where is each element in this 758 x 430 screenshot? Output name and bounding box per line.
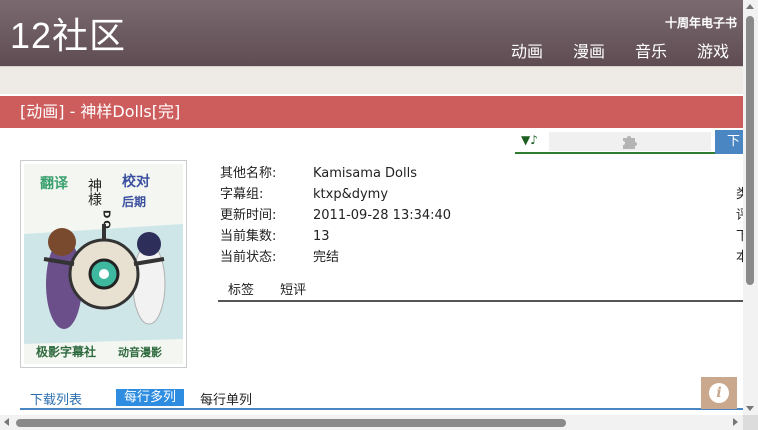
nav-item-games[interactable]: 游戏	[679, 38, 741, 62]
nav-item-music[interactable]: 音乐	[617, 38, 679, 62]
nav-item-anime[interactable]: 动画	[493, 38, 555, 62]
single-column-toggle[interactable]: 每行单列	[200, 389, 252, 408]
music-note-icon[interactable]: ▼♪	[521, 133, 538, 147]
cover-credit-bottom-left: 极影字幕社	[36, 344, 96, 359]
info-icon: i	[709, 383, 729, 403]
site-header: 12社区 十周年电子书 动画 漫画 音乐 游戏	[0, 0, 743, 66]
vertical-scroll-thumb[interactable]	[746, 16, 754, 285]
info-value: 13	[313, 229, 330, 244]
cover-credit-bottom-right: 动音漫影	[118, 345, 162, 359]
anime-info: 其他名称: Kamisama Dolls 字幕组: ktxp&dymy 更新时间…	[220, 163, 451, 268]
info-row-alt-name: 其他名称: Kamisama Dolls	[220, 163, 451, 184]
cover-credit-post: 后期	[122, 194, 146, 209]
download-list-title[interactable]: 下载列表	[30, 389, 82, 408]
info-value: ktxp&dymy	[313, 187, 389, 202]
info-button[interactable]: i	[701, 377, 737, 409]
tab-tags[interactable]: 标签	[228, 281, 254, 301]
main-nav: 动画 漫画 音乐 游戏	[493, 38, 741, 62]
nav-item-manga[interactable]: 漫画	[555, 38, 617, 62]
puzzle-icon	[623, 136, 637, 149]
info-row-subgroup: 字幕组: ktxp&dymy	[220, 184, 451, 205]
plugin-placeholder	[549, 132, 711, 151]
cover-artwork: 翻译 校对 后期 神様 DOLLS 极影字幕社 动音漫影	[24, 164, 183, 364]
scroll-down-icon[interactable]	[746, 406, 754, 411]
cover-credit-proofread: 校对	[122, 173, 150, 190]
info-key: 字幕组:	[220, 187, 264, 202]
scroll-left-icon[interactable]	[4, 418, 9, 426]
info-row-updated: 更新时间: 2011-09-28 13:34:40	[220, 205, 451, 226]
site-logo[interactable]: 12社区	[10, 14, 126, 58]
tab-short-review[interactable]: 短评	[280, 281, 306, 301]
cover-credit-translate: 翻译	[40, 175, 69, 192]
info-value: 2011-09-28 13:34:40	[313, 208, 452, 223]
info-tabs: 标签 短评	[218, 281, 743, 302]
info-row-status: 当前状态: 完结	[220, 247, 451, 268]
vertical-scrollbar[interactable]	[743, 0, 758, 430]
cover-image: 翻译 校对 后期 神様 DOLLS 极影字幕社 动音漫影	[20, 160, 187, 368]
horizontal-scrollbar[interactable]	[0, 415, 743, 430]
music-player[interactable]: ▼♪	[515, 130, 715, 154]
info-key: 当前状态:	[220, 250, 277, 265]
info-value: Kamisama Dolls	[313, 166, 417, 181]
page-title: [动画] - 神样Dolls[完]	[0, 96, 743, 128]
info-key: 其他名称:	[220, 166, 277, 181]
cover-title-kanji: 神様	[86, 178, 102, 206]
info-key: 当前集数:	[220, 229, 277, 244]
sub-bar	[0, 66, 743, 94]
info-value: 完结	[313, 250, 340, 265]
multi-column-toggle[interactable]: 每行多列	[116, 389, 185, 406]
info-row-episodes: 当前集数: 13	[220, 226, 451, 247]
scroll-right-icon[interactable]	[733, 418, 738, 426]
tagline-link[interactable]: 十周年电子书	[665, 14, 737, 31]
horizontal-scroll-thumb[interactable]	[16, 419, 566, 427]
scrollbar-corner	[743, 415, 758, 430]
download-list-header: 下载列表 每行多列 每行单列	[20, 386, 743, 410]
scroll-up-icon[interactable]	[746, 4, 754, 9]
info-key: 更新时间:	[220, 208, 277, 223]
page: 12社区 十周年电子书 动画 漫画 音乐 游戏 [动画] - 神样Dolls[完…	[0, 0, 758, 430]
